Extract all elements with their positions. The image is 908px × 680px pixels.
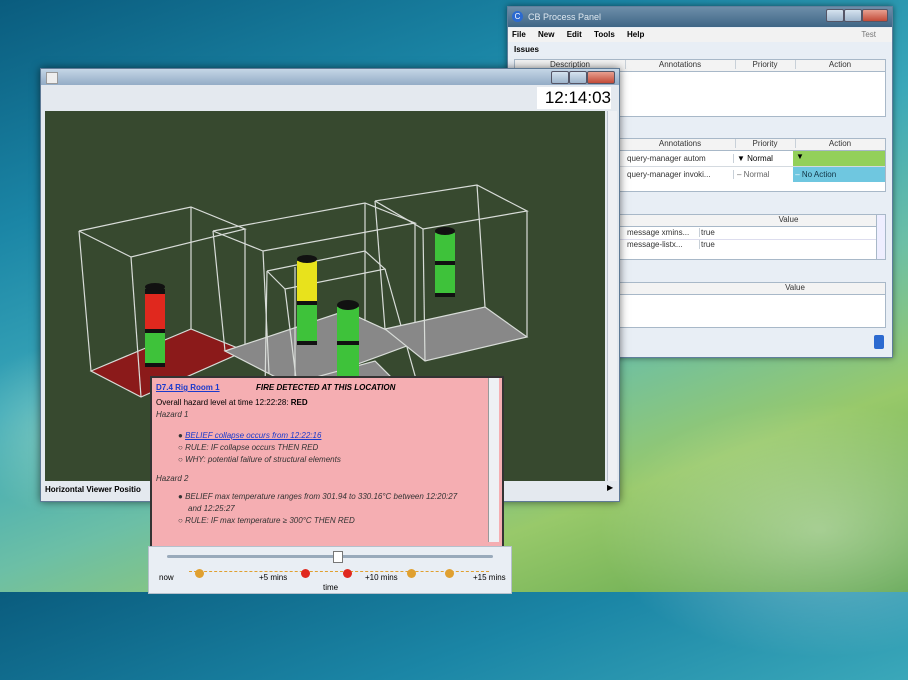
hazard1-rule: ○ RULE: IF collapse occurs THEN RED xyxy=(178,443,319,452)
time-slider-track[interactable] xyxy=(167,555,493,558)
maximize-button[interactable] xyxy=(569,71,587,84)
status-label: Horizontal Viewer Positio xyxy=(45,485,141,494)
sensor-column-red xyxy=(145,283,165,367)
col-value[interactable]: Value xyxy=(700,215,877,224)
label-now: now xyxy=(159,573,174,582)
col-action[interactable]: Action xyxy=(795,60,885,69)
sensor-column-green-center xyxy=(337,300,359,385)
time-slider-thumb[interactable] xyxy=(332,551,343,563)
maximize-button[interactable] xyxy=(844,9,862,22)
menu-file[interactable]: File xyxy=(512,30,526,39)
action-dropdown[interactable]: – No Action xyxy=(793,167,885,182)
close-button[interactable] xyxy=(862,9,888,22)
label-plus5: +5 mins xyxy=(259,573,288,582)
app-icon: C xyxy=(512,11,523,22)
scroll-right-icon[interactable]: ▶ xyxy=(607,483,616,495)
menu-new[interactable]: New xyxy=(538,30,554,39)
location-link[interactable]: D7.4 Rig Room 1 xyxy=(156,382,220,392)
popup-scrollbar[interactable] xyxy=(488,378,499,542)
priority-dropdown[interactable]: ▼ Normal xyxy=(737,154,773,163)
event-dot[interactable] xyxy=(301,569,310,578)
event-dot[interactable] xyxy=(407,569,416,578)
prop-name: message xmins... xyxy=(627,228,700,237)
prop-value: true xyxy=(701,228,715,237)
hazard1-label: Hazard 1 xyxy=(156,410,189,419)
prop-value: true xyxy=(701,240,715,249)
menu-edit[interactable]: Edit xyxy=(567,30,582,39)
app-icon xyxy=(46,72,58,84)
row-annotation: query-manager autom xyxy=(627,154,734,163)
axis-label: time xyxy=(323,583,339,592)
label-plus15: +15 mins xyxy=(473,573,506,582)
close-button[interactable] xyxy=(587,71,615,84)
minimize-button[interactable] xyxy=(826,9,844,22)
fire-headline: FIRE DETECTED AT THIS LOCATION xyxy=(256,383,396,392)
event-dot[interactable] xyxy=(445,569,454,578)
hazard2-label: Hazard 2 xyxy=(156,474,189,483)
vertical-scrollbar[interactable] xyxy=(607,111,617,481)
col-priority[interactable]: Priority xyxy=(735,60,796,69)
clock-display: 12:14:03 xyxy=(537,87,611,109)
col-action[interactable]: Action xyxy=(795,139,885,148)
prop-name: message-listx... xyxy=(627,240,700,249)
event-dot[interactable] xyxy=(343,569,352,578)
action-dropdown[interactable]: ▼ xyxy=(793,151,885,166)
priority-dropdown[interactable]: – Normal xyxy=(737,170,769,179)
title-bar[interactable]: C CB Process Panel xyxy=(508,7,892,27)
hazard2-belief-end: and 12:25:27 xyxy=(188,504,235,513)
corner-icon xyxy=(874,335,884,349)
props-scrollbar[interactable] xyxy=(876,214,886,260)
overall-hazard: Overall hazard level at time 12:22:28: R… xyxy=(156,398,308,407)
hazard-popup[interactable]: D7.4 Rig Room 1 FIRE DETECTED AT THIS LO… xyxy=(150,376,504,548)
timeline-line xyxy=(189,571,489,572)
col-annotations[interactable]: Annotations xyxy=(625,139,736,148)
menu-test[interactable]: Test xyxy=(861,30,876,39)
event-dot[interactable] xyxy=(195,569,204,578)
hazard2-rule: ○ RULE: IF max temperature ≥ 300°C THEN … xyxy=(178,516,355,525)
hazard2-belief: ● BELIEF max temperature ranges from 301… xyxy=(178,492,458,501)
row-annotation: query-manager invoki... xyxy=(627,170,734,179)
viewer-title-bar[interactable] xyxy=(41,69,619,85)
sensor-column-green-right xyxy=(435,227,455,297)
sensor-column-yellow xyxy=(297,255,317,345)
menu-tools[interactable]: Tools xyxy=(594,30,615,39)
menu-bar: File New Edit Tools Help Test xyxy=(508,28,892,42)
hazard1-belief[interactable]: ● BELIEF collapse occurs from 12:22:16 xyxy=(178,431,321,440)
timeline-panel[interactable]: now +5 mins +10 mins +15 mins time xyxy=(148,546,512,594)
hazard1-why: ○ WHY: potential failure of structural e… xyxy=(178,455,341,464)
minimize-button[interactable] xyxy=(551,71,569,84)
col-value[interactable]: Value xyxy=(705,283,885,292)
window-title: CB Process Panel xyxy=(528,12,602,22)
col-priority[interactable]: Priority xyxy=(735,139,796,148)
label-plus10: +10 mins xyxy=(365,573,398,582)
menu-help[interactable]: Help xyxy=(627,30,644,39)
issues-label: Issues xyxy=(514,45,539,54)
col-annotations[interactable]: Annotations xyxy=(625,60,736,69)
